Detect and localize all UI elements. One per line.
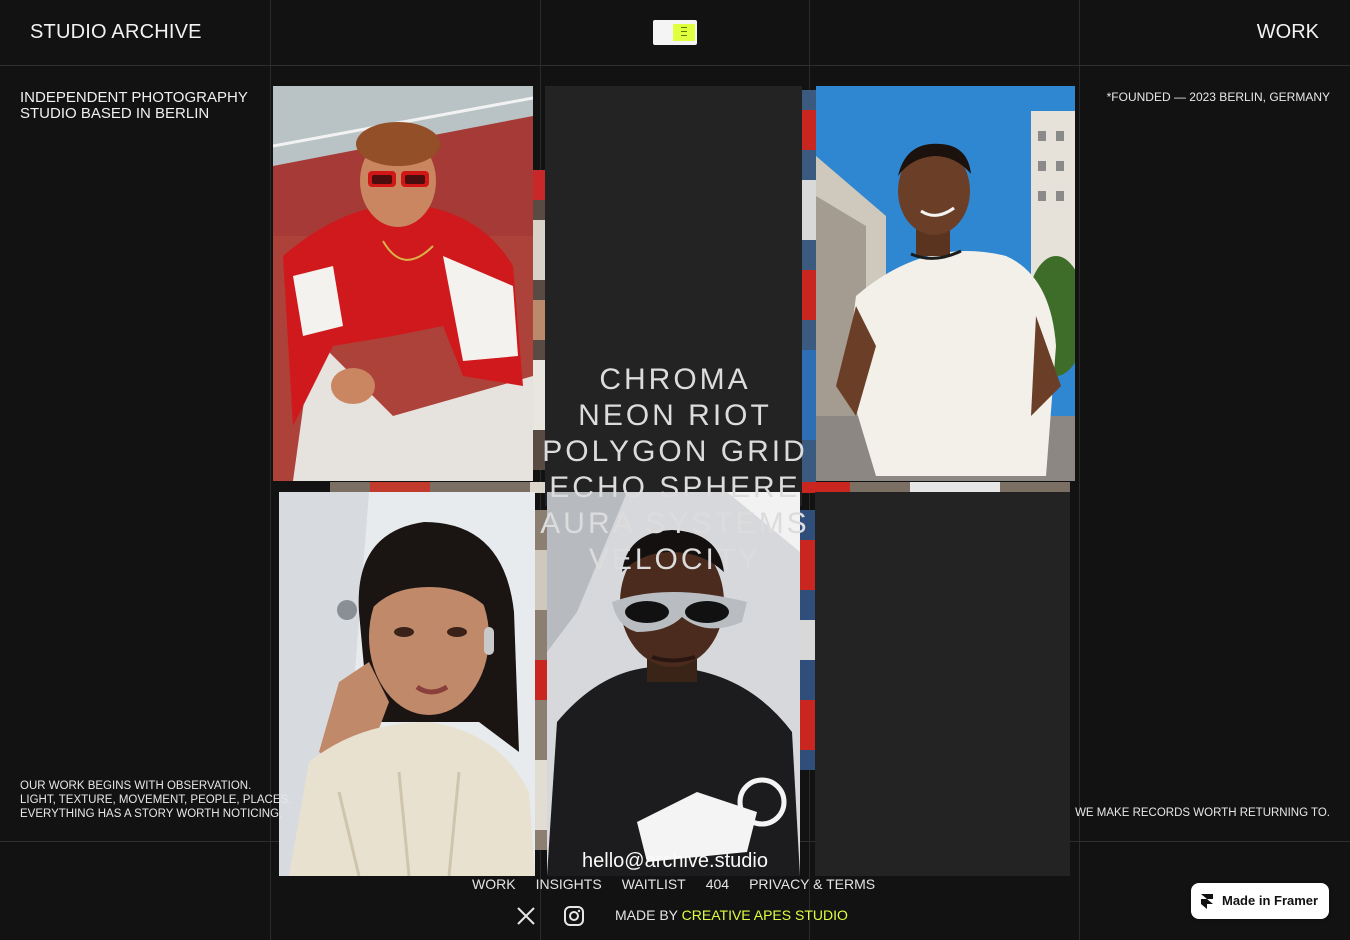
photo-red-sweater-portrait[interactable] bbox=[273, 86, 533, 481]
made-by-studio-link[interactable]: CREATIVE APES STUDIO bbox=[682, 907, 848, 923]
grid-divider bbox=[1079, 0, 1080, 940]
project-item-velocity[interactable]: VELOCITY bbox=[540, 542, 810, 578]
statement-line: OUR WORK BEGINS WITH OBSERVATION. bbox=[20, 780, 252, 792]
footer-link-404[interactable]: 404 bbox=[706, 876, 729, 892]
tagline-line: INDEPENDENT PHOTOGRAPHY bbox=[20, 89, 248, 106]
made-in-framer-badge[interactable]: Made in Framer bbox=[1191, 883, 1329, 919]
footer-link-privacy-terms[interactable]: PRIVACY & TERMS bbox=[749, 876, 875, 892]
project-list: CHROMA NEON RIOT POLYGON GRID ECHO SPHER… bbox=[540, 362, 810, 578]
nav-work-link[interactable]: WORK bbox=[1257, 21, 1319, 44]
footer-nav: WORK INSIGHTS WAITLIST 404 PRIVACY & TER… bbox=[472, 876, 875, 892]
project-item-chroma[interactable]: CHROMA bbox=[540, 362, 810, 398]
menu-bars bbox=[681, 27, 687, 39]
empty-photo-panel bbox=[815, 492, 1070, 876]
framer-icon bbox=[1201, 894, 1213, 909]
made-by-credit: MADE BY CREATIVE APES STUDIO bbox=[615, 907, 848, 923]
project-item-polygon-grid[interactable]: POLYGON GRID bbox=[540, 434, 810, 470]
contact-email-link[interactable]: hello@archive.studio bbox=[540, 850, 810, 873]
x-icon[interactable] bbox=[515, 905, 537, 927]
footer-link-waitlist[interactable]: WAITLIST bbox=[622, 876, 686, 892]
header-divider bbox=[0, 65, 1350, 66]
menu-button[interactable] bbox=[653, 20, 697, 45]
records-statement: WE MAKE RECORDS WORTH RETURNING TO. bbox=[1075, 807, 1330, 819]
founded-note: *FOUNDED — 2023 BERLIN, GERMANY bbox=[1106, 90, 1330, 104]
studio-statement: OUR WORK BEGINS WITH OBSERVATION. LIGHT,… bbox=[20, 779, 320, 821]
project-item-aura-systems[interactable]: AURA SYSTEMS bbox=[540, 506, 810, 542]
project-item-echo-sphere[interactable]: ECHO SPHERE bbox=[540, 470, 810, 506]
brand-logo[interactable]: STUDIO ARCHIVE bbox=[30, 21, 202, 44]
footer-link-insights[interactable]: INSIGHTS bbox=[536, 876, 602, 892]
statement-line: EVERYTHING HAS A STORY WORTH NOTICING. bbox=[20, 808, 283, 820]
tagline-line: STUDIO BASED IN BERLIN bbox=[20, 105, 210, 122]
instagram-icon[interactable] bbox=[563, 905, 585, 927]
framer-badge-label: Made in Framer bbox=[1222, 893, 1319, 908]
studio-tagline: INDEPENDENT PHOTOGRAPHY STUDIO BASED IN … bbox=[20, 90, 270, 122]
photo-white-tshirt-portrait[interactable] bbox=[816, 86, 1075, 481]
footer-link-work[interactable]: WORK bbox=[472, 876, 516, 892]
project-item-neon-riot[interactable]: NEON RIOT bbox=[540, 398, 810, 434]
made-by-prefix: MADE BY bbox=[615, 907, 682, 923]
statement-line: LIGHT, TEXTURE, MOVEMENT, PEOPLE, PLACES… bbox=[20, 794, 292, 806]
